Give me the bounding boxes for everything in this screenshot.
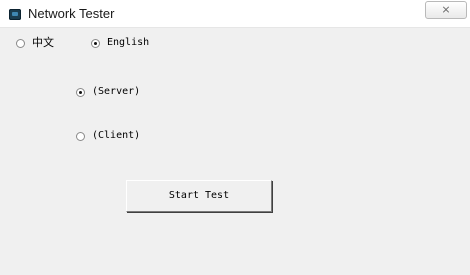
start-test-label: Start Test bbox=[168, 190, 230, 201]
window-title: Network Tester bbox=[28, 6, 115, 21]
language-english-label: English bbox=[107, 37, 150, 48]
radio-circle-icon bbox=[76, 87, 85, 97]
radio-circle-icon bbox=[76, 131, 85, 141]
language-radio-chinese[interactable]: 中文 bbox=[16, 37, 54, 49]
app-icon bbox=[9, 9, 21, 20]
start-test-button[interactable]: Start Test bbox=[126, 180, 272, 212]
radio-circle-icon bbox=[91, 38, 100, 48]
mode-client-label: (Client) bbox=[92, 130, 141, 141]
mode-radio-client[interactable]: (Client) bbox=[76, 130, 140, 142]
title-bar: Network Tester ⨯ bbox=[0, 0, 470, 28]
language-radio-english[interactable]: English bbox=[91, 37, 149, 49]
language-chinese-label: 中文 bbox=[32, 36, 54, 49]
mode-radio-server[interactable]: (Server) bbox=[76, 86, 140, 98]
network-tester-window: Network Tester ⨯ 中文 English (Server) (Cl… bbox=[0, 0, 470, 275]
radio-circle-icon bbox=[16, 38, 25, 48]
close-icon: ⨯ bbox=[441, 3, 451, 16]
close-button[interactable]: ⨯ bbox=[425, 1, 467, 19]
mode-server-label: (Server) bbox=[92, 86, 141, 97]
